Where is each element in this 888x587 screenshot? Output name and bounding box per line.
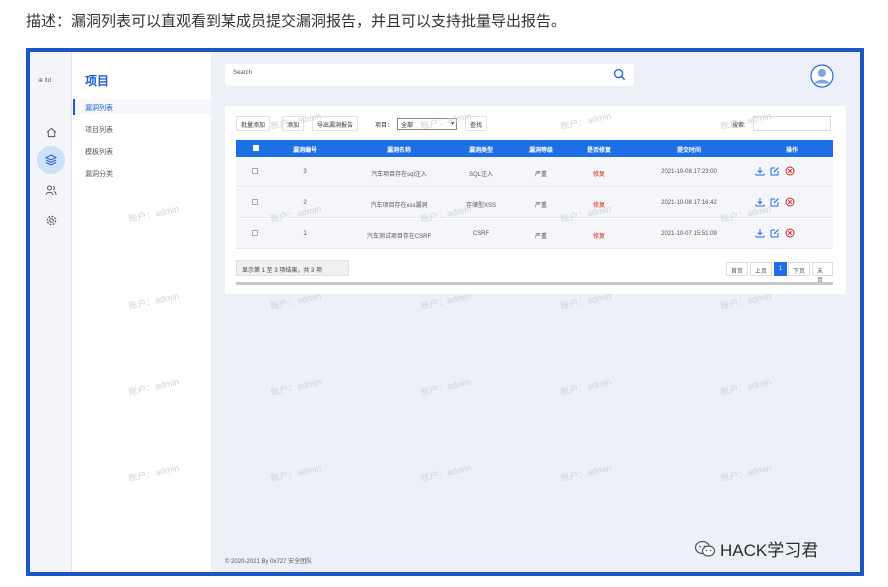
table-header: 漏洞编号 漏洞名称 漏洞类型 漏洞等级 是否修复 提交时间 操作	[236, 140, 833, 157]
avatar[interactable]	[810, 64, 834, 88]
cell-type: CSRF	[472, 231, 490, 237]
project-select[interactable]: 全部 ▾	[397, 118, 457, 130]
project-select-value: 全部	[401, 123, 414, 129]
wechat-icon	[694, 540, 716, 557]
cell-type: 存储型XSS	[465, 203, 497, 209]
table-row: 1 汽车测试项目存在CSRF CSRF 严重 修复 2021-10-07 15:…	[236, 219, 833, 249]
download-icon[interactable]	[755, 166, 765, 176]
cell-level: 严重	[534, 172, 548, 178]
chevron-down-icon: ▾	[450, 121, 454, 127]
select-all-checkbox[interactable]	[253, 145, 259, 151]
watermark: 账户：admin	[559, 462, 613, 484]
th-id[interactable]: 漏洞编号	[293, 145, 317, 154]
cell-fixed: 修复	[592, 234, 606, 240]
pagination-info: 显示第 1 至 3 项结果，共 3 项	[236, 260, 349, 276]
table-row: 2 汽车项目存在xss漏洞 存储型XSS 严重 修复 2021-10-08 17…	[236, 188, 833, 218]
row-checkbox[interactable]	[252, 230, 258, 236]
cell-name: 汽车项目存在xss漏洞	[370, 203, 428, 209]
cell-time: 2021-10-08 17:23:00	[661, 169, 717, 175]
cell-fixed: 修复	[592, 172, 606, 178]
row-checkbox[interactable]	[252, 199, 258, 205]
edit-icon[interactable]	[770, 228, 780, 238]
cell-name: 汽车项目存在sql注入	[371, 172, 427, 178]
menu-item-vuln-list[interactable]: 漏洞列表	[85, 103, 113, 113]
th-time[interactable]: 提交时间	[677, 145, 701, 154]
edit-icon[interactable]	[770, 166, 780, 176]
watermark: 账户：admin	[269, 376, 323, 398]
search-label: 搜索:	[732, 123, 746, 129]
edit-icon[interactable]	[770, 197, 780, 207]
horizontal-scrollbar[interactable]	[236, 282, 833, 285]
cell-fixed: 修复	[592, 203, 606, 209]
page-last-button[interactable]: 末页	[812, 262, 833, 284]
row-actions	[755, 166, 795, 176]
menu-item-vuln-category[interactable]: 漏洞分类	[85, 169, 113, 179]
watermark: 账户：admin	[419, 462, 473, 484]
watermark: 账户：admin	[719, 376, 773, 398]
page-prev-button[interactable]: 上页	[750, 262, 773, 276]
watermark: 账户：admin	[419, 376, 473, 398]
copyright: © 2020-2021 By 0x727 安全团队	[225, 559, 313, 565]
search-icon[interactable]	[613, 68, 626, 81]
page-first-button[interactable]: 首页	[726, 262, 749, 276]
menu-title: 项目	[85, 74, 110, 88]
th-level[interactable]: 漏洞等级	[529, 145, 553, 154]
th-actions: 操作	[785, 148, 799, 154]
delete-icon[interactable]	[785, 228, 795, 238]
brand-badge: HACK学习君	[694, 536, 818, 561]
home-icon[interactable]	[39, 120, 63, 144]
search-input[interactable]: Search	[225, 64, 634, 86]
menu-item-project-list[interactable]: 项目列表	[85, 125, 113, 135]
gear-icon[interactable]	[39, 208, 63, 232]
export-report-button[interactable]: 导出漏洞报告	[312, 116, 359, 131]
add-button[interactable]: 添加	[282, 116, 305, 131]
app-window: ⊕ ltd 项目 漏洞列表 项目列表 模板列表 漏洞分类 Search 批量添加…	[30, 52, 860, 572]
table-search-input[interactable]	[753, 116, 831, 131]
cell-id: 1	[303, 231, 307, 237]
app-logo: ⊕ ltd	[38, 78, 52, 84]
vuln-list-card: 批量添加 添加 导出漏洞报告 项目： 全部 ▾ 查找 搜索: 漏洞编号 漏洞名称…	[225, 106, 846, 294]
page-next-button[interactable]: 下页	[788, 262, 811, 276]
cell-id: 2	[303, 200, 307, 206]
download-icon[interactable]	[755, 228, 765, 238]
page-caption: 描述：漏洞列表可以直观看到某成员提交漏洞报告，并且可以支持批量导出报告。	[26, 12, 567, 30]
cell-level: 严重	[534, 234, 548, 240]
th-type[interactable]: 漏洞类型	[469, 145, 493, 154]
cell-level: 严重	[534, 203, 548, 209]
icon-sidebar: ⊕ ltd	[30, 52, 72, 572]
batch-add-button[interactable]: 批量添加	[236, 116, 271, 131]
row-actions	[755, 197, 795, 207]
cell-type: SQL注入	[468, 172, 494, 178]
watermark: 账户：admin	[269, 462, 323, 484]
project-label: 项目：	[375, 123, 394, 129]
menu-active-bar	[73, 99, 75, 115]
users-icon[interactable]	[39, 178, 63, 202]
th-fixed[interactable]: 是否修复	[587, 145, 611, 154]
row-actions	[755, 228, 795, 238]
table-footer: 显示第 1 至 3 项结果，共 3 项 首页 上页 1 下页 末页	[236, 260, 833, 284]
watermark: 账户：admin	[719, 462, 773, 484]
brand-text: HACK学习君	[720, 541, 819, 560]
cell-time: 2021-10-08 17:16:42	[661, 200, 717, 206]
delete-icon[interactable]	[785, 166, 795, 176]
table-row: 3 汽车项目存在sql注入 SQL注入 严重 修复 2021-10-08 17:…	[236, 157, 833, 187]
project-menu: 项目 漏洞列表 项目列表 模板列表 漏洞分类	[72, 52, 211, 572]
menu-item-template-list[interactable]: 模板列表	[85, 147, 113, 157]
page-current-button[interactable]: 1	[774, 262, 788, 276]
query-button[interactable]: 查找	[465, 116, 488, 131]
row-checkbox[interactable]	[252, 168, 258, 174]
cell-id: 3	[303, 169, 307, 175]
delete-icon[interactable]	[785, 197, 795, 207]
download-icon[interactable]	[755, 197, 765, 207]
screenshot-frame: ⊕ ltd 项目 漏洞列表 项目列表 模板列表 漏洞分类 Search 批量添加…	[26, 48, 864, 576]
th-name[interactable]: 漏洞名称	[387, 145, 411, 154]
layers-icon[interactable]	[37, 146, 65, 174]
cell-name: 汽车测试项目存在CSRF	[366, 234, 432, 240]
cell-time: 2021-10-07 15:51:09	[661, 231, 717, 237]
search-placeholder: Search	[233, 70, 253, 76]
watermark: 账户：admin	[559, 376, 613, 398]
